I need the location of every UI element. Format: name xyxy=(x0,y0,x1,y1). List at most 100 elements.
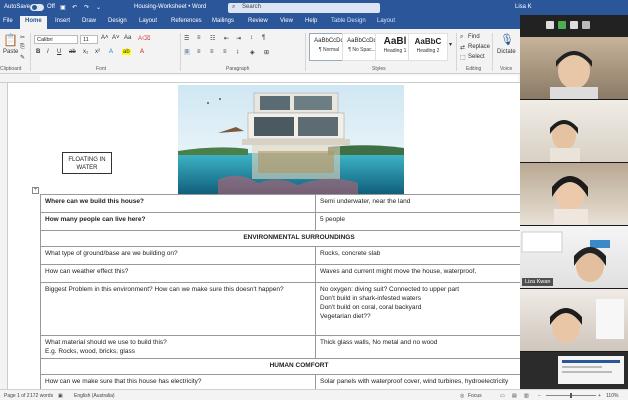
tab-design[interactable]: Design xyxy=(108,18,127,24)
table-cell[interactable]: Solar panels with waterproof cover, wind… xyxy=(315,374,520,389)
zoom-out-icon[interactable]: − xyxy=(538,393,541,399)
replace-icon[interactable]: ⇄ xyxy=(460,44,465,51)
tab-file[interactable]: File xyxy=(3,18,13,24)
numbering-icon[interactable]: ≡ xyxy=(197,35,201,41)
font-name-select[interactable]: Calibri xyxy=(34,35,78,44)
table-cell[interactable]: How can we make sure that this house has… xyxy=(40,374,316,389)
microphone-icon[interactable]: 🎙 xyxy=(500,33,514,46)
italic-icon[interactable]: I xyxy=(47,49,49,55)
speaker-view-icon[interactable] xyxy=(546,21,554,29)
table-cell[interactable]: Thick glass walls, No metal and no wood xyxy=(315,335,520,359)
change-case-icon[interactable]: Aa xyxy=(124,35,131,41)
gallery-view-icon[interactable] xyxy=(558,21,566,29)
bold-icon[interactable]: B xyxy=(36,49,40,55)
copy-icon[interactable]: ⎘ xyxy=(20,44,25,51)
cut-icon[interactable]: ✂ xyxy=(20,34,25,41)
clear-format-icon[interactable]: A⌫ xyxy=(138,35,151,42)
table-cell[interactable]: How can weather effect this? xyxy=(40,264,316,283)
highlight-icon[interactable]: ab xyxy=(122,49,131,55)
tab-help[interactable]: Help xyxy=(305,18,317,24)
grow-font-icon[interactable]: A˄ xyxy=(101,35,109,41)
multilevel-list-icon[interactable]: ☷ xyxy=(210,35,215,42)
subscript-icon[interactable]: x₂ xyxy=(83,49,88,55)
tab-insert[interactable]: Insert xyxy=(55,18,70,24)
sort-icon[interactable]: ↕ xyxy=(250,35,253,41)
section-heading[interactable]: HUMAN COMFORT xyxy=(40,358,520,375)
align-right-icon[interactable]: ≡ xyxy=(210,49,214,55)
tab-home[interactable]: Home xyxy=(20,16,47,29)
participant-video-5[interactable] xyxy=(520,289,628,351)
tab-references[interactable]: References xyxy=(171,18,202,24)
participant-video-3[interactable] xyxy=(520,163,628,225)
replace-button[interactable]: Replace xyxy=(468,44,490,50)
page-count[interactable]: Page 1 of 2 xyxy=(4,393,30,399)
focus-button[interactable]: Focus xyxy=(468,393,482,399)
table-cell[interactable]: 5 people xyxy=(315,212,520,231)
style-heading-2[interactable]: AaBbC Heading 2 xyxy=(408,33,448,61)
redo-icon[interactable]: ↷ xyxy=(84,4,89,11)
table-cell[interactable]: Biggest Problem in this environment? How… xyxy=(40,282,316,336)
find-icon[interactable]: ⌕ xyxy=(460,34,463,41)
participant-video-1[interactable] xyxy=(520,37,628,99)
table-cell[interactable]: Semi underwater, near the land xyxy=(315,194,520,213)
table-cell[interactable]: Waves and current might move the house, … xyxy=(315,264,520,283)
superscript-icon[interactable]: x² xyxy=(95,49,100,55)
word-count[interactable]: 172 words xyxy=(30,393,53,399)
line-spacing-icon[interactable]: ↨ xyxy=(236,49,239,55)
search-box[interactable]: ⌕ Search xyxy=(228,3,380,13)
table-cell[interactable]: What material should we use to build thi… xyxy=(40,335,316,359)
tab-review[interactable]: Review xyxy=(248,18,268,24)
table-cell[interactable]: No oxygen: diving suit? Connected to upp… xyxy=(315,282,520,336)
borders-icon[interactable]: ⊞ xyxy=(264,49,269,56)
table-cell[interactable]: What type of ground/base are we building… xyxy=(40,246,316,265)
participant-video-2[interactable] xyxy=(520,100,628,162)
customize-toolbar-icon[interactable]: ⌄ xyxy=(96,4,101,11)
tab-table-layout[interactable]: Layout xyxy=(377,18,395,24)
justify-icon[interactable]: ≡ xyxy=(223,49,227,55)
tab-layout[interactable]: Layout xyxy=(139,18,157,24)
tab-draw[interactable]: Draw xyxy=(82,18,96,24)
paste-icon[interactable]: 📋 xyxy=(3,33,18,47)
font-color-icon[interactable]: A xyxy=(140,49,144,55)
align-center-icon[interactable]: ≡ xyxy=(197,49,201,55)
text-effects-icon[interactable]: A xyxy=(109,49,113,55)
underline-icon[interactable]: U xyxy=(57,49,61,55)
select-icon[interactable]: ⬚ xyxy=(460,54,466,61)
minimize-panel-icon[interactable] xyxy=(582,21,590,29)
zoom-slider-thumb[interactable] xyxy=(570,393,572,398)
shrink-font-icon[interactable]: A˅ xyxy=(112,35,120,41)
read-mode-icon[interactable]: ▭ xyxy=(500,393,505,399)
zoom-in-icon[interactable]: + xyxy=(598,393,601,399)
save-icon[interactable]: ▣ xyxy=(60,4,66,11)
focus-icon[interactable]: ◎ xyxy=(460,393,464,399)
align-left-icon[interactable]: ≡ xyxy=(184,49,190,55)
tab-table-design[interactable]: Table Design xyxy=(331,18,366,24)
table-cell[interactable]: Rocks, concrete slab xyxy=(315,246,520,265)
language-label[interactable]: English (Australia) xyxy=(74,393,115,399)
document-page[interactable]: FLOATING IN WATER + Where can we build t… xyxy=(8,83,520,389)
find-button[interactable]: Find xyxy=(468,34,480,40)
proofing-icon[interactable]: ▣ xyxy=(58,393,63,399)
horizontal-ruler[interactable] xyxy=(0,74,520,83)
print-layout-icon[interactable]: ▤ xyxy=(512,393,517,399)
select-button[interactable]: Select xyxy=(468,54,485,60)
table-move-handle-icon[interactable]: + xyxy=(32,187,39,194)
table-cell[interactable]: Where can we build this house? xyxy=(40,194,316,213)
section-heading[interactable]: ENVIRONMENTAL SURROUNDINGS xyxy=(40,230,520,247)
format-painter-icon[interactable]: ✎ xyxy=(20,54,25,61)
autosave-toggle[interactable] xyxy=(30,4,44,11)
participant-video-6[interactable] xyxy=(520,352,628,389)
decrease-indent-icon[interactable]: ⇤ xyxy=(224,35,229,42)
dictate-button[interactable]: Dictate xyxy=(497,49,516,55)
tab-view[interactable]: View xyxy=(280,18,293,24)
bullets-icon[interactable]: ☰ xyxy=(184,35,189,42)
participant-video-4[interactable]: Liza Kwan xyxy=(520,226,628,288)
show-formatting-icon[interactable]: ¶ xyxy=(262,35,265,41)
zoom-level[interactable]: 110% xyxy=(606,393,618,399)
strikethrough-icon[interactable]: ab xyxy=(69,49,76,55)
undo-icon[interactable]: ↶ xyxy=(72,4,77,11)
grid-view-icon[interactable] xyxy=(570,21,578,29)
table-cell[interactable]: How many people can live here? xyxy=(40,212,316,231)
styles-more-icon[interactable]: ▾ xyxy=(449,41,452,48)
web-layout-icon[interactable]: ▥ xyxy=(524,393,529,399)
